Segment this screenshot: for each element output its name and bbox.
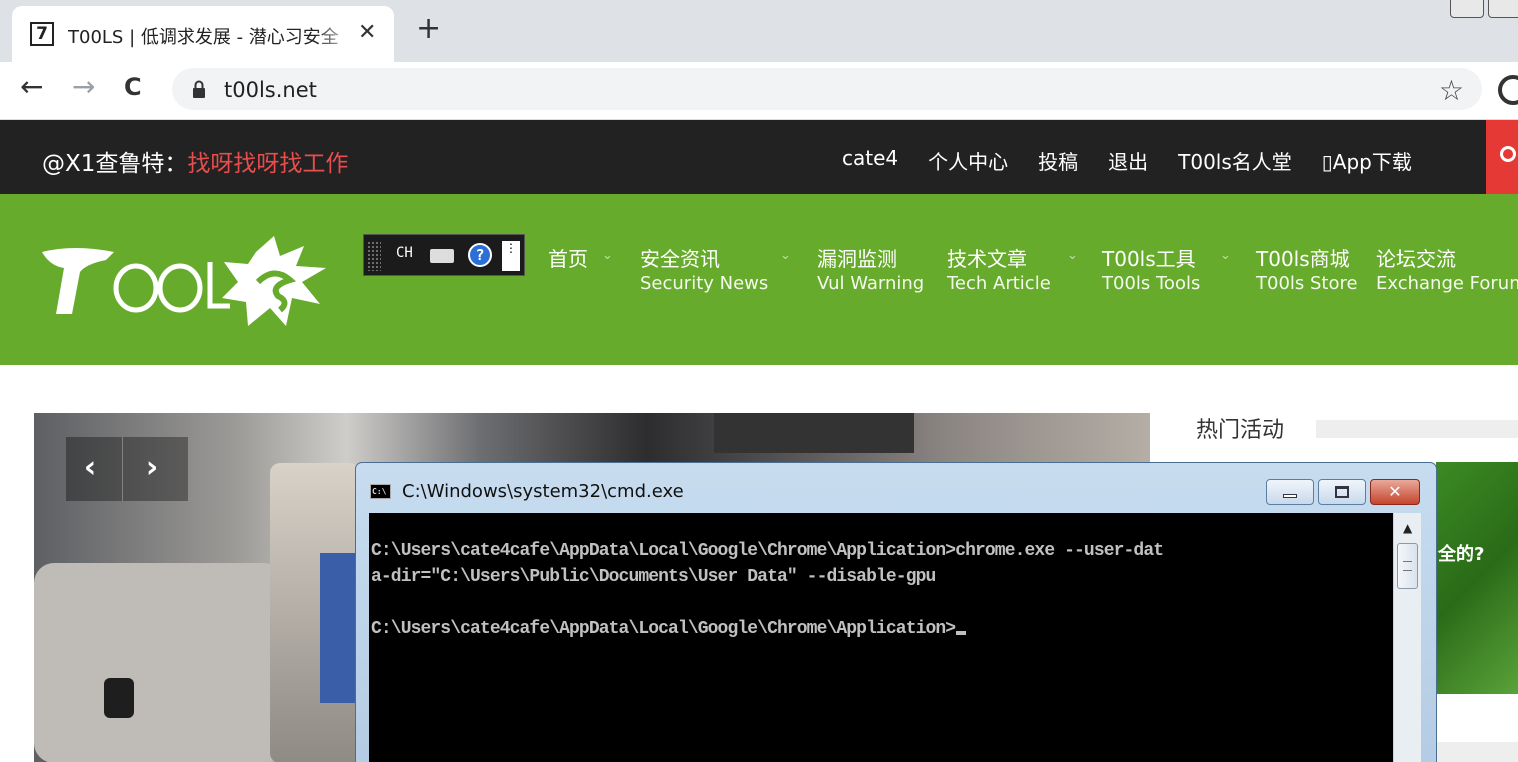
nav-item-tools[interactable]: T00ls工具 T00ls Tools ⌄: [1102, 246, 1231, 296]
nav-item-label: 安全资讯: [640, 247, 720, 271]
console-prompt-line: C:\Users\cate4cafe\AppData\Local\Google\…: [371, 619, 967, 639]
hero-image-detail: [320, 553, 360, 703]
console-line: a-dir="C:\Users\Public\Documents\User Da…: [371, 567, 936, 587]
activity-banner-image[interactable]: 全的?: [1436, 462, 1518, 694]
nav-item-vul-warning[interactable]: 漏洞监测 Vul Warning: [817, 246, 924, 296]
chevron-down-icon: ⌄: [1220, 248, 1231, 263]
nav-item-security-news[interactable]: 安全资讯 Security News ⌄: [640, 246, 791, 296]
browser-toolbar: ← → C t00ls.net ☆: [0, 62, 1518, 120]
ime-grip-handle[interactable]: [367, 241, 381, 271]
greeting-status-link[interactable]: 找呀找呀找工作: [187, 151, 348, 177]
keyboard-icon[interactable]: [430, 249, 454, 263]
nav-item-sublabel: Exchange Forum: [1376, 273, 1518, 294]
nav-item-label: 漏洞监测: [817, 247, 897, 271]
screen: 7 T00LS | 低调求发展 - 潜心习安全 ✕ + ← → C t00ls.…: [0, 0, 1518, 762]
window-maximize-button[interactable]: [1488, 0, 1518, 18]
top-link-submit[interactable]: 投稿: [1038, 146, 1078, 176]
reload-button[interactable]: C: [124, 72, 142, 102]
activity-banner-text: 全的?: [1438, 544, 1485, 565]
chevron-down-icon: ⌄: [602, 248, 613, 263]
greeting-username: @X1查鲁特：: [42, 151, 188, 177]
hero-image-detail: [104, 678, 134, 718]
url-text: t00ls.net: [224, 78, 317, 102]
cmd-app-icon[interactable]: C:\: [370, 484, 391, 499]
top-link-username[interactable]: cate4: [842, 146, 898, 176]
tab-close-icon[interactable]: ✕: [358, 20, 376, 45]
top-link-hall-of-fame[interactable]: T00ls名人堂: [1178, 146, 1292, 176]
site-main-nav: CH ? ⋮ 首页 ⌄ 安全资讯 Security News ⌄ 漏洞监测 Vu…: [0, 194, 1518, 365]
ime-options-icon[interactable]: ⋮: [502, 241, 520, 271]
cmd-console-output[interactable]: C:\Users\cate4cafe\AppData\Local\Google\…: [369, 513, 1393, 762]
hero-image-detail: [714, 413, 914, 453]
cmd-window: C:\ C:\Windows\system32\cmd.exe ✕ C:\Use…: [355, 462, 1437, 762]
new-tab-button[interactable]: +: [416, 14, 441, 44]
heading-divider: [1316, 420, 1518, 438]
nav-item-tech-article[interactable]: 技术文章 Tech Article ⌄: [947, 246, 1078, 296]
hot-activities-heading: 热门活动: [1196, 418, 1285, 443]
hero-image-detail: [34, 563, 284, 762]
slider-next-button[interactable]: ›: [132, 451, 172, 487]
cmd-scrollbar[interactable]: ▲: [1393, 513, 1421, 762]
help-icon[interactable]: ?: [468, 243, 492, 267]
top-link-app-download[interactable]: ▯App下载: [1322, 146, 1412, 176]
back-button[interactable]: ←: [20, 72, 43, 102]
slider-prev-button[interactable]: ‹: [70, 451, 110, 487]
nav-item-sublabel: T00ls Tools: [1102, 273, 1201, 294]
ime-language-label[interactable]: CH: [396, 245, 413, 261]
tab-title: T00LS | 低调求发展 - 潜心习安全: [68, 27, 339, 48]
lock-icon: [193, 80, 205, 98]
nav-item-sublabel: T00ls Store: [1256, 273, 1358, 294]
t00ls-logo[interactable]: [34, 222, 334, 334]
text-cursor: [956, 631, 967, 635]
nav-item-sublabel: Vul Warning: [817, 273, 925, 294]
address-bar[interactable]: t00ls.net ☆: [172, 68, 1482, 110]
nav-item-label: T00ls商城: [1256, 247, 1350, 271]
nav-item-label: T00ls工具: [1102, 247, 1196, 271]
bookmark-star-icon[interactable]: ☆: [1439, 74, 1464, 107]
cmd-minimize-button[interactable]: [1266, 479, 1314, 505]
grip-icon: [1403, 561, 1412, 571]
console-line: C:\Users\cate4cafe\AppData\Local\Google\…: [371, 541, 1164, 561]
nav-item-home[interactable]: 首页 ⌄: [548, 246, 613, 272]
window-minimize-button[interactable]: [1450, 0, 1484, 18]
cmd-window-title: C:\Windows\system32\cmd.exe: [402, 481, 684, 502]
site-search-button[interactable]: [1486, 120, 1518, 194]
cmd-close-button[interactable]: ✕: [1370, 479, 1420, 505]
nav-item-label: 论坛交流: [1376, 247, 1456, 271]
slider-controls: ‹ ›: [66, 437, 188, 501]
profile-avatar-icon[interactable]: [1498, 75, 1518, 105]
browser-tab[interactable]: 7 T00LS | 低调求发展 - 潜心习安全 ✕: [12, 6, 394, 62]
cmd-maximize-button[interactable]: [1318, 479, 1366, 505]
search-icon: [1500, 146, 1516, 162]
site-topbar: @X1查鲁特：找呀找呀找工作 cate4 个人中心 投稿 退出 T00ls名人堂…: [0, 120, 1518, 194]
nav-item-store[interactable]: T00ls商城 T00ls Store: [1256, 246, 1358, 296]
console-prompt: C:\Users\cate4cafe\AppData\Local\Google\…: [371, 619, 956, 639]
sidebar-panel: [1436, 742, 1518, 762]
minimize-icon: [1283, 494, 1297, 498]
ime-language-bar[interactable]: CH ? ⋮: [363, 234, 525, 276]
chevron-down-icon: ⌄: [780, 248, 791, 263]
forward-button[interactable]: →: [72, 72, 95, 102]
chevron-down-icon: ⌄: [1067, 248, 1078, 263]
top-link-logout[interactable]: 退出: [1108, 146, 1148, 176]
scrollbar-thumb[interactable]: [1397, 543, 1418, 589]
top-links: cate4 个人中心 投稿 退出 T00ls名人堂 ▯App下载: [842, 146, 1412, 176]
top-link-profile[interactable]: 个人中心: [928, 146, 1008, 176]
browser-tabstrip: 7 T00LS | 低调求发展 - 潜心习安全 ✕ +: [0, 0, 1518, 62]
scroll-up-arrow-icon[interactable]: ▲: [1403, 521, 1412, 535]
slider-divider: [122, 437, 123, 501]
maximize-icon: [1335, 486, 1349, 498]
t00ls-favicon-icon: 7: [30, 22, 54, 46]
user-greeting: @X1查鲁特：找呀找呀找工作: [42, 144, 348, 178]
nav-item-sublabel: Security News: [640, 273, 769, 294]
nav-item-label: 技术文章: [947, 247, 1027, 271]
nav-item-label: 首页: [548, 247, 588, 271]
nav-item-forum[interactable]: 论坛交流 Exchange Forum: [1376, 246, 1518, 296]
nav-item-sublabel: Tech Article: [947, 273, 1051, 294]
